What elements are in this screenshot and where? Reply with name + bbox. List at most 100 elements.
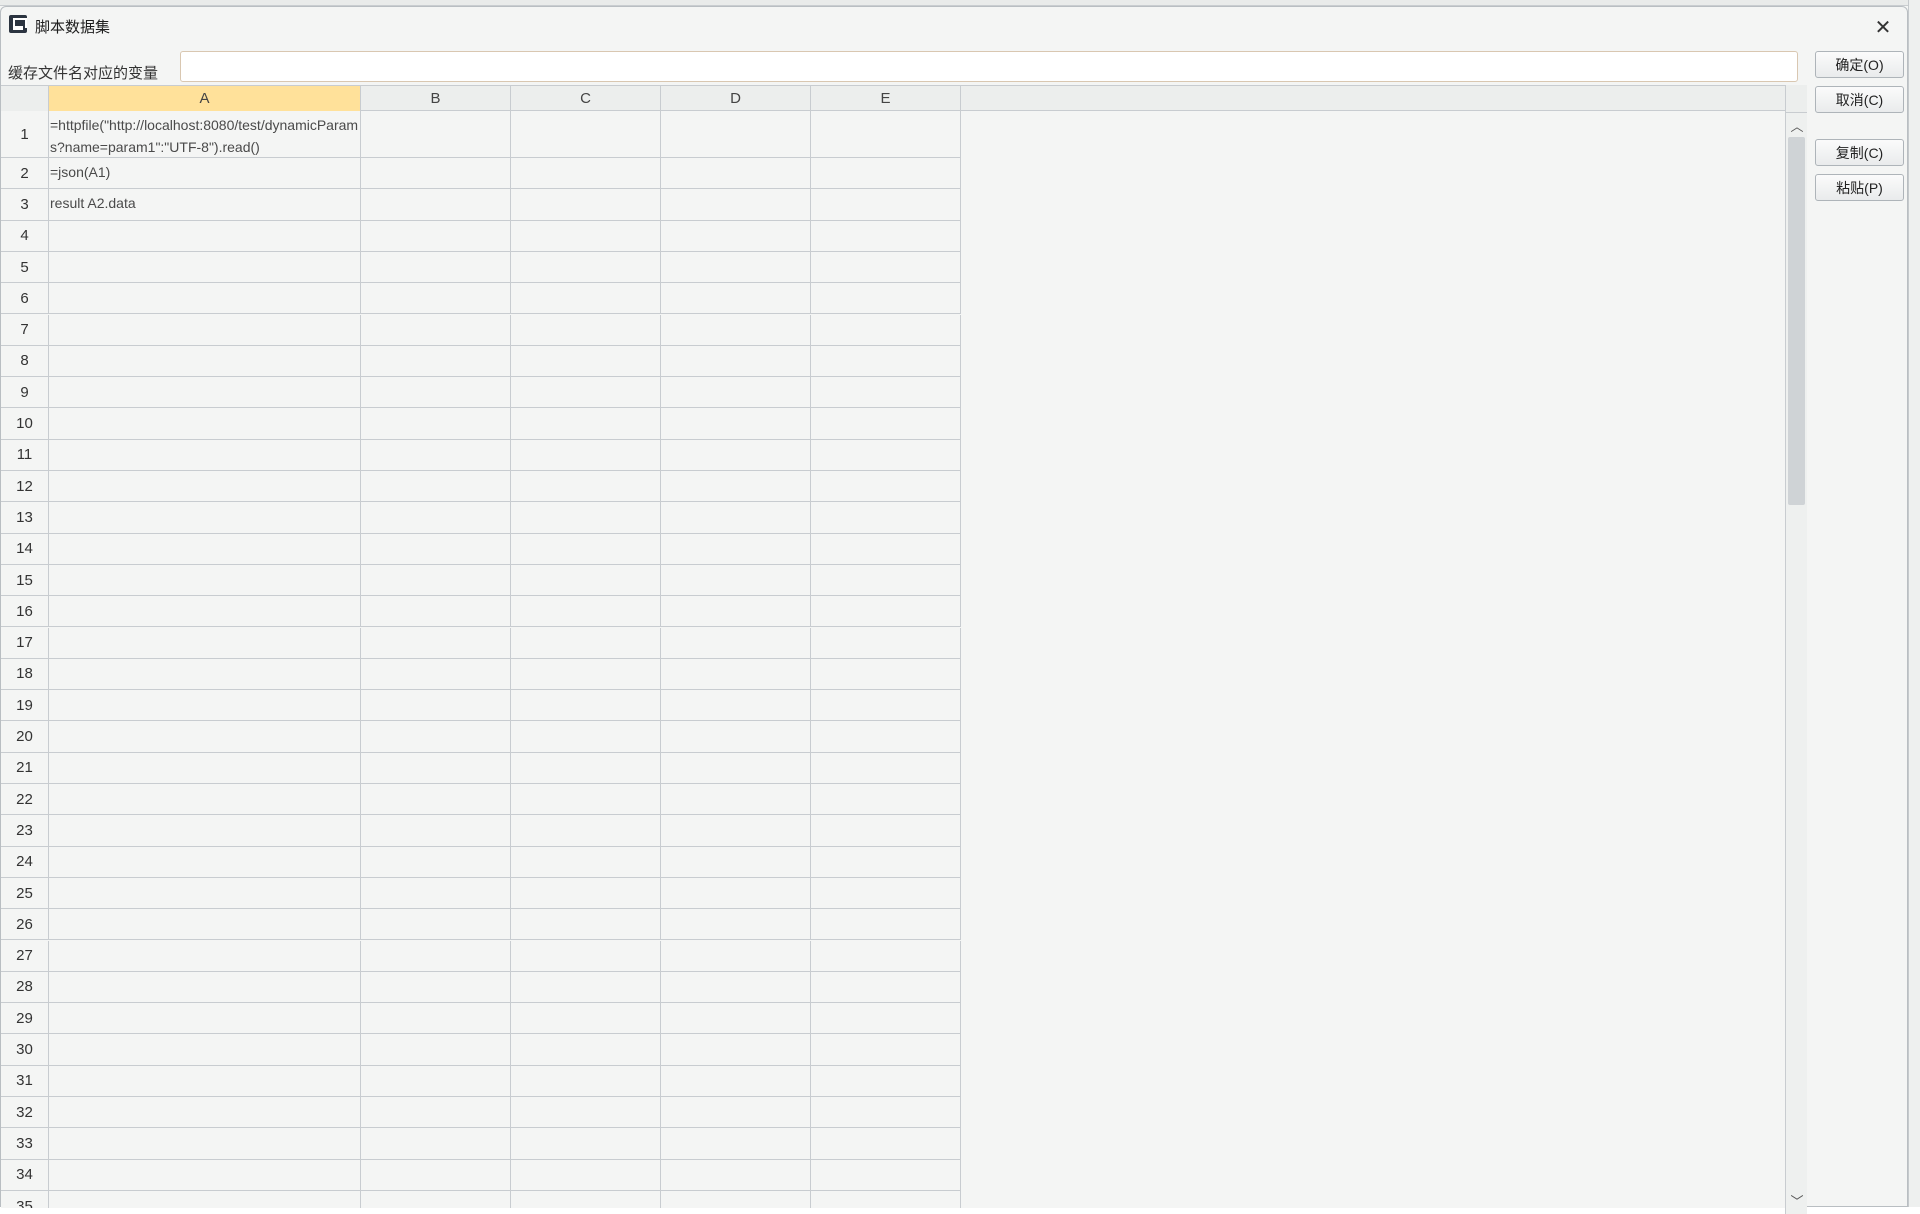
cell-e26[interactable] <box>811 909 961 941</box>
row-header[interactable]: 17 <box>1 627 49 659</box>
row-header[interactable]: 35 <box>1 1190 49 1208</box>
cell-a24[interactable] <box>49 846 361 878</box>
row-header[interactable]: 9 <box>1 377 49 409</box>
cell-d2[interactable] <box>661 158 811 190</box>
cell-a3[interactable]: result A2.data <box>49 189 361 221</box>
row-header[interactable]: 16 <box>1 596 49 628</box>
cell-d9[interactable] <box>661 377 811 409</box>
cell-a20[interactable] <box>49 721 361 753</box>
cell-e12[interactable] <box>811 471 961 503</box>
row-header[interactable]: 1 <box>1 111 49 158</box>
cell-a28[interactable] <box>49 971 361 1004</box>
cell-e1[interactable] <box>811 111 961 158</box>
cell-b25[interactable] <box>361 877 511 910</box>
ok-button[interactable]: 确定(O) <box>1815 51 1904 78</box>
cell-a9[interactable] <box>49 377 361 409</box>
cell-d29[interactable] <box>661 1003 811 1035</box>
cell-e30[interactable] <box>811 1034 961 1066</box>
cell-b9[interactable] <box>361 377 511 409</box>
cell-a8[interactable] <box>49 345 361 378</box>
row-header[interactable]: 31 <box>1 1065 49 1097</box>
cell-b16[interactable] <box>361 596 511 628</box>
cell-d4[interactable] <box>661 220 811 252</box>
cell-d20[interactable] <box>661 721 811 753</box>
cell-e17[interactable] <box>811 627 961 659</box>
cell-c11[interactable] <box>511 439 661 471</box>
cell-e2[interactable] <box>811 158 961 190</box>
row-header[interactable]: 18 <box>1 658 49 691</box>
cell-a25[interactable] <box>49 877 361 910</box>
cell-e23[interactable] <box>811 815 961 847</box>
cell-a15[interactable] <box>49 564 361 597</box>
cell-a12[interactable] <box>49 471 361 503</box>
row-header[interactable]: 29 <box>1 1003 49 1035</box>
row-header[interactable]: 2 <box>1 158 49 190</box>
cell-d33[interactable] <box>661 1128 811 1160</box>
row-header[interactable]: 12 <box>1 471 49 503</box>
row-header[interactable]: 14 <box>1 533 49 565</box>
cell-e21[interactable] <box>811 752 961 784</box>
cell-c5[interactable] <box>511 251 661 284</box>
row-header[interactable]: 34 <box>1 1159 49 1191</box>
cell-a31[interactable] <box>49 1065 361 1097</box>
cell-d31[interactable] <box>661 1065 811 1097</box>
cell-e25[interactable] <box>811 877 961 910</box>
row-header[interactable]: 25 <box>1 877 49 910</box>
cell-a2[interactable]: =json(A1) <box>49 158 361 190</box>
cell-e18[interactable] <box>811 658 961 691</box>
cell-b33[interactable] <box>361 1128 511 1160</box>
cell-c35[interactable] <box>511 1190 661 1208</box>
cell-c17[interactable] <box>511 627 661 659</box>
cell-d23[interactable] <box>661 815 811 847</box>
dialog-titlebar[interactable]: 脚本数据集 ✕ <box>1 7 1907 43</box>
cell-b7[interactable] <box>361 314 511 346</box>
cell-c26[interactable] <box>511 909 661 941</box>
cell-b35[interactable] <box>361 1190 511 1208</box>
cell-a29[interactable] <box>49 1003 361 1035</box>
cell-e15[interactable] <box>811 564 961 597</box>
cell-c19[interactable] <box>511 690 661 722</box>
cell-a35[interactable] <box>49 1190 361 1208</box>
cell-d12[interactable] <box>661 471 811 503</box>
cell-c12[interactable] <box>511 471 661 503</box>
cell-b13[interactable] <box>361 502 511 534</box>
cell-d22[interactable] <box>661 784 811 816</box>
cell-e33[interactable] <box>811 1128 961 1160</box>
row-header[interactable]: 32 <box>1 1097 49 1129</box>
cell-a19[interactable] <box>49 690 361 722</box>
column-header-d[interactable]: D <box>661 86 811 111</box>
cell-a7[interactable] <box>49 314 361 346</box>
cell-e7[interactable] <box>811 314 961 346</box>
cell-b5[interactable] <box>361 251 511 284</box>
cell-d17[interactable] <box>661 627 811 659</box>
row-header[interactable]: 33 <box>1 1128 49 1160</box>
cell-d34[interactable] <box>661 1159 811 1191</box>
row-header[interactable]: 7 <box>1 314 49 346</box>
cell-e34[interactable] <box>811 1159 961 1191</box>
cell-b15[interactable] <box>361 564 511 597</box>
cell-d11[interactable] <box>661 439 811 471</box>
cell-e29[interactable] <box>811 1003 961 1035</box>
cell-d28[interactable] <box>661 971 811 1004</box>
cell-d1[interactable] <box>661 111 811 158</box>
cell-e6[interactable] <box>811 283 961 315</box>
cell-b17[interactable] <box>361 627 511 659</box>
cell-e3[interactable] <box>811 189 961 221</box>
cell-a22[interactable] <box>49 784 361 816</box>
cell-c2[interactable] <box>511 158 661 190</box>
cell-b29[interactable] <box>361 1003 511 1035</box>
cell-b2[interactable] <box>361 158 511 190</box>
cell-c18[interactable] <box>511 658 661 691</box>
cell-a21[interactable] <box>49 752 361 784</box>
cell-d27[interactable] <box>661 940 811 972</box>
cell-a16[interactable] <box>49 596 361 628</box>
cell-d21[interactable] <box>661 752 811 784</box>
cell-c28[interactable] <box>511 971 661 1004</box>
row-header[interactable]: 20 <box>1 721 49 753</box>
grid-corner[interactable] <box>1 86 49 111</box>
vertical-scrollbar[interactable]: ︿ ﹀ <box>1785 113 1807 1214</box>
cell-e35[interactable] <box>811 1190 961 1208</box>
row-header[interactable]: 24 <box>1 846 49 878</box>
cell-c8[interactable] <box>511 345 661 378</box>
row-header[interactable]: 27 <box>1 940 49 972</box>
